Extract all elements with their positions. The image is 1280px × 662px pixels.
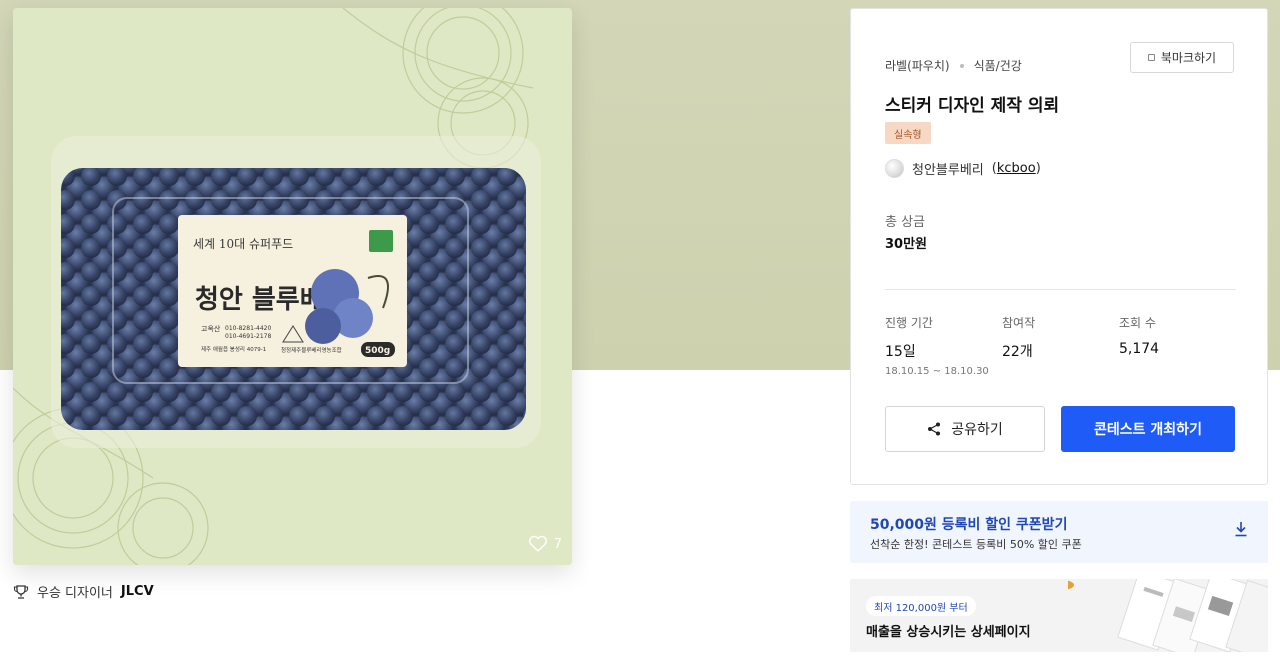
- banner-title: 매출을 상승시키는 상세페이지: [866, 625, 1031, 640]
- stat-period-value: 15일: [885, 344, 916, 360]
- stat-views: 조회 수 5,174: [1119, 314, 1159, 357]
- host-contest-button[interactable]: 콘테스트 개최하기: [1061, 406, 1235, 452]
- label-farmer: 고옥산: [201, 324, 221, 333]
- client-name: 청안블루베리: [912, 163, 984, 178]
- label-address: 제주 애월읍 봉성리 4079-1: [201, 345, 266, 353]
- stat-period: 진행 기간 15일 18.10.15 ~ 18.10.30: [885, 314, 989, 377]
- label-org: 청정제주블루베리영농조합: [281, 346, 342, 354]
- share-button[interactable]: 공유하기: [885, 406, 1045, 452]
- client-avatar: [885, 159, 904, 178]
- stat-views-label: 조회 수: [1119, 316, 1156, 330]
- stat-entries-value: 22개: [1002, 344, 1033, 360]
- coupon-subtitle: 선착순 한정! 콘테스트 등록비 50% 할인 쿠폰: [870, 538, 1082, 551]
- promo-banner[interactable]: 최저 120,000원 부터 매출을 상승시키는 상세페이지: [850, 579, 1268, 652]
- divider: [885, 289, 1236, 290]
- trophy-icon: [13, 584, 29, 599]
- share-icon: [928, 422, 941, 436]
- stat-entries: 참여작 22개: [1002, 314, 1035, 361]
- client-info: 청안블루베리 (kcboo): [885, 159, 1041, 178]
- bookmark-label: 북마크하기: [1160, 51, 1217, 65]
- label-weight: 500g: [365, 346, 390, 356]
- label-slogan: 세계 10대 슈퍼푸드: [193, 237, 293, 251]
- breadcrumb-separator: [959, 63, 964, 68]
- winner-designer: 우승 디자이너 JLCV: [13, 582, 154, 601]
- client-id[interactable]: kcboo: [997, 161, 1036, 176]
- banner-illustration: [1068, 579, 1268, 652]
- blueberry-package-illustration: 세계 10대 슈퍼푸드 청안 블루베리 고옥산 010-8281-4420 01…: [13, 8, 572, 565]
- label-phone2: 010-4691-2178: [225, 333, 272, 340]
- stat-entries-label: 참여작: [1002, 316, 1036, 330]
- share-label: 공유하기: [951, 422, 1003, 438]
- breadcrumb: 라벨(파우치) 식품/건강: [885, 57, 1022, 74]
- contest-title: 스티커 디자인 제작 의뢰: [885, 96, 1060, 116]
- heart-icon: [528, 535, 547, 553]
- stat-period-label: 진행 기간: [885, 316, 933, 330]
- stat-period-dates: 18.10.15 ~ 18.10.30: [885, 366, 989, 377]
- contest-info-panel: 라벨(파우치) 식품/건강 북마크하기 스티커 디자인 제작 의뢰 실속형 청안…: [850, 8, 1268, 485]
- product-image[interactable]: 세계 10대 슈퍼푸드 청안 블루베리 고옥산 010-8281-4420 01…: [13, 8, 572, 565]
- download-icon[interactable]: [1234, 521, 1248, 537]
- prize-label: 총 상금: [885, 215, 926, 230]
- like-counter[interactable]: 7: [528, 535, 562, 553]
- banner-price-pill: 최저 120,000원 부터: [866, 596, 976, 616]
- award-prefix: 우승 디자이너: [37, 586, 113, 601]
- label-phone1: 010-8281-4420: [225, 325, 272, 332]
- prize-value: 30만원: [885, 237, 928, 252]
- coupon-box[interactable]: 50,000원 등록비 할인 쿠폰받기 선착순 한정! 콘테스트 등록비 50%…: [850, 501, 1268, 563]
- breadcrumb-subcategory[interactable]: 식품/건강: [974, 57, 1022, 74]
- award-designer[interactable]: JLCV: [121, 584, 154, 599]
- bookmark-icon: [1147, 54, 1155, 61]
- plan-tag: 실속형: [885, 122, 931, 144]
- bookmark-button[interactable]: 북마크하기: [1130, 42, 1234, 73]
- client-id-wrap[interactable]: (kcboo): [992, 161, 1041, 176]
- breadcrumb-category[interactable]: 라벨(파우치): [885, 57, 950, 74]
- coupon-title[interactable]: 50,000원 등록비 할인 쿠폰받기: [870, 514, 1067, 534]
- stat-views-value: 5,174: [1119, 341, 1160, 357]
- like-count: 7: [553, 536, 562, 552]
